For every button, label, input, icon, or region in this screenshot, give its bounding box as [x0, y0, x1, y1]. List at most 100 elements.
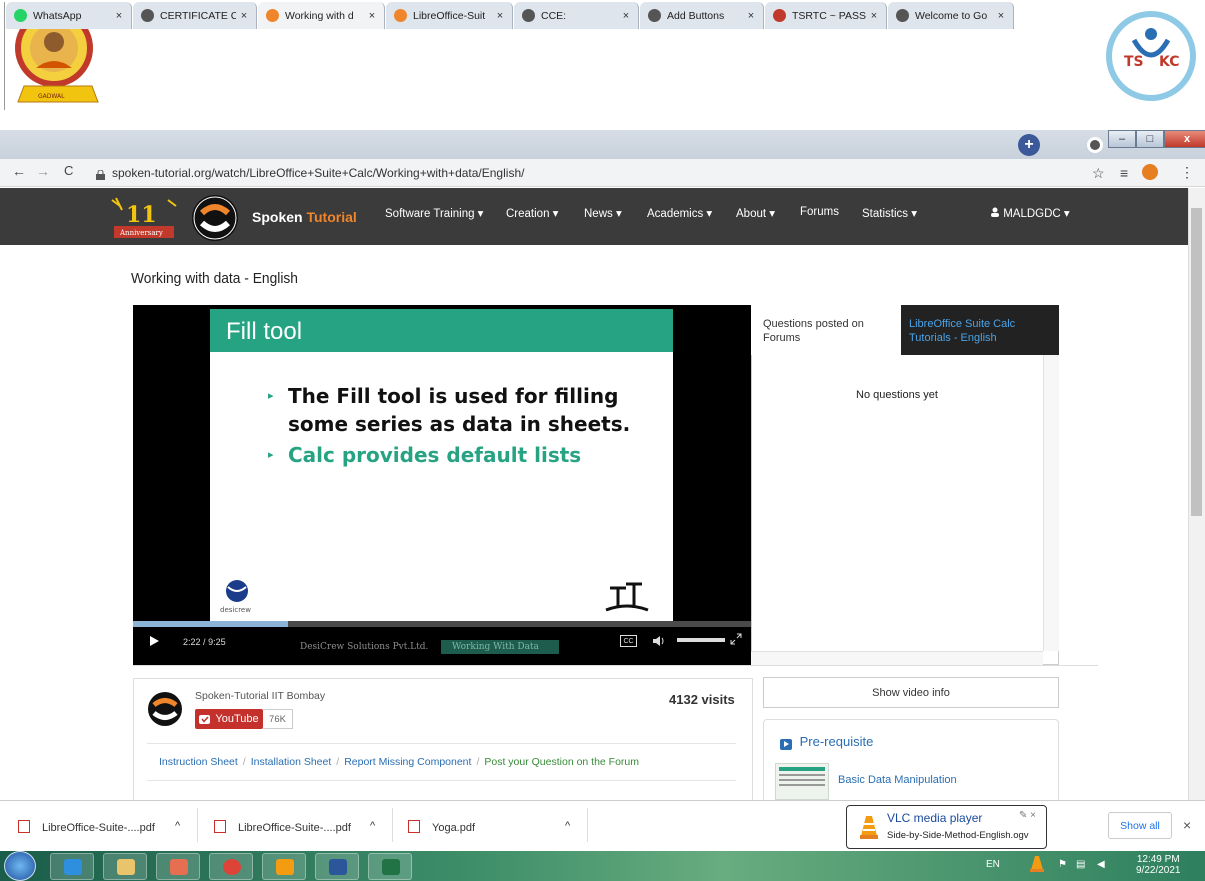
taskbar-app-button[interactable] [315, 853, 359, 880]
nav-item[interactable]: Creation ▾ [506, 206, 558, 220]
prerequisite-title: Pre-requisite [780, 734, 873, 750]
tab-close-icon[interactable]: × [492, 10, 508, 22]
taskbar-app-button[interactable] [103, 853, 147, 880]
link-separator: / [336, 756, 340, 768]
vlc-close-icon[interactable]: ✎ × [1019, 810, 1036, 821]
taskbar-app-button[interactable] [368, 853, 412, 880]
vlc-tray-icon[interactable] [1030, 855, 1044, 873]
video-time: 2:22 / 9:25 [183, 637, 226, 647]
user-menu[interactable]: MALDGDC ▾ [990, 206, 1070, 220]
browser-tab[interactable]: Working with d × [258, 2, 385, 29]
anniversary-number: 11 [126, 202, 157, 228]
taskbar-app-button[interactable] [209, 853, 253, 880]
svg-text:GADWAL: GADWAL [38, 93, 65, 100]
tab-favicon-icon [266, 9, 279, 22]
volume-slider[interactable] [677, 638, 725, 642]
browser-tab[interactable]: CCE: × [514, 2, 639, 29]
new-tab-button[interactable]: + [1018, 134, 1040, 156]
tab-close-icon[interactable]: × [236, 10, 252, 22]
tab-close-icon[interactable]: × [743, 10, 759, 22]
tab-favicon-icon [522, 9, 535, 22]
vlc-cone-icon [859, 814, 879, 840]
page-scrollbar-thumb[interactable] [1191, 208, 1202, 516]
show-video-info-button[interactable]: Show video info [763, 677, 1059, 708]
download-options-icon[interactable]: ^ [370, 820, 375, 832]
tab-calc-tutorials[interactable]: LibreOffice Suite Calc Tutorials - Engli… [901, 305, 1059, 355]
forward-button[interactable]: → [36, 163, 50, 179]
fullscreen-icon[interactable] [730, 632, 742, 645]
nav-item[interactable]: About ▾ [736, 206, 775, 220]
excel-icon [382, 859, 400, 875]
divider [197, 808, 198, 842]
tab-close-icon[interactable]: × [111, 10, 127, 22]
play-icon[interactable] [148, 634, 160, 646]
show-all-downloads-button[interactable]: Show all [1108, 812, 1172, 839]
browser-tab[interactable]: Welcome to Go × [888, 2, 1014, 29]
browser-menu-icon[interactable]: ⋮ [1180, 164, 1194, 181]
resource-link[interactable]: Post your Question on the Forum [484, 756, 639, 768]
close-download-shelf-icon[interactable]: × [1183, 817, 1191, 833]
nav-item[interactable]: Academics ▾ [647, 206, 712, 220]
minimize-button[interactable]: – [1108, 130, 1136, 148]
vlc-notification[interactable]: VLC media player Side-by-Side-Method-Eng… [846, 805, 1047, 849]
tab-title: Add Buttons [667, 9, 725, 22]
download-item[interactable]: LibreOffice-Suite-....pdf [214, 820, 351, 834]
time-separator: / [203, 637, 206, 647]
nav-item[interactable]: Forums [800, 206, 839, 218]
window-close-button[interactable]: x [1164, 130, 1205, 148]
nav-item[interactable]: Statistics ▾ [862, 206, 917, 220]
tab-close-icon[interactable]: × [993, 10, 1009, 22]
svg-text:TS: TS [1124, 54, 1144, 70]
url-input[interactable]: spoken-tutorial.org/watch/LibreOffice+Su… [112, 166, 524, 180]
download-filename: LibreOffice-Suite-....pdf [42, 822, 155, 834]
spoken-tutorial-logo[interactable] [192, 195, 238, 241]
caption-left: DesiCrew Solutions Pvt.Ltd. [300, 642, 429, 652]
clock[interactable]: 12:49 PM 9/22/2021 [1136, 854, 1181, 876]
divider [587, 808, 588, 842]
cc-button[interactable]: CC [620, 635, 637, 647]
bookmark-star-icon[interactable]: ☆ [1092, 165, 1105, 182]
tab-close-icon[interactable]: × [364, 10, 380, 22]
tab-questions-forums[interactable]: Questions posted on Forums [751, 305, 901, 355]
browser-tab[interactable]: Add Buttons × [640, 2, 764, 29]
maximize-button[interactable]: □ [1136, 130, 1164, 148]
questions-hscrollbar[interactable] [751, 651, 1043, 665]
browser-tab[interactable]: LibreOffice-Suit × [386, 2, 513, 29]
nav-item[interactable]: Software Training ▾ [385, 206, 483, 220]
reading-list-icon[interactable]: ≡ [1120, 165, 1128, 181]
tab-close-icon[interactable]: × [618, 10, 634, 22]
download-options-icon[interactable]: ^ [175, 820, 180, 832]
prerequisite-thumbnail[interactable] [775, 763, 829, 800]
download-options-icon[interactable]: ^ [565, 820, 570, 832]
nav-item[interactable]: News ▾ [584, 206, 622, 220]
start-button[interactable] [4, 851, 36, 881]
profile-icon[interactable] [1087, 137, 1103, 153]
back-button[interactable]: ← [12, 163, 26, 179]
browser-tab[interactable]: CERTIFICATE CO× [133, 2, 257, 29]
divider [133, 665, 1098, 666]
taskbar-app-button[interactable] [262, 853, 306, 880]
resource-link[interactable]: Installation Sheet [251, 756, 332, 768]
tab-close-icon[interactable]: × [866, 10, 882, 22]
extension-icon[interactable] [1142, 164, 1158, 180]
questions-scrollbar[interactable] [1043, 355, 1059, 651]
resource-link[interactable]: Report Missing Component [344, 756, 471, 768]
prerequisite-link[interactable]: Basic Data Manipulation [838, 774, 957, 786]
reload-button[interactable]: C [64, 163, 73, 178]
resource-link[interactable]: Instruction Sheet [159, 756, 238, 768]
site-brand[interactable]: Spoken Tutorial [252, 209, 357, 225]
volume-icon[interactable] [652, 634, 666, 646]
browser-tab[interactable]: TSRTC ~ PASS × [765, 2, 887, 29]
browser-tab[interactable]: WhatsApp × [6, 2, 132, 29]
tab-title: Welcome to Go [915, 9, 988, 22]
anniversary-label: Anniversary [119, 229, 163, 237]
speaker-icon[interactable]: ◀ [1097, 859, 1105, 870]
input-language[interactable]: EN [986, 859, 1000, 870]
taskbar-app-button[interactable] [50, 853, 94, 880]
taskbar-app-button[interactable] [156, 853, 200, 880]
youtube-subscribe-button[interactable]: YouTube [195, 709, 263, 729]
download-item[interactable]: LibreOffice-Suite-....pdf [18, 820, 155, 834]
download-item[interactable]: Yoga.pdf [408, 820, 475, 834]
network-icon[interactable]: ▤ [1076, 859, 1085, 870]
flag-icon[interactable]: ⚑ [1058, 859, 1067, 870]
